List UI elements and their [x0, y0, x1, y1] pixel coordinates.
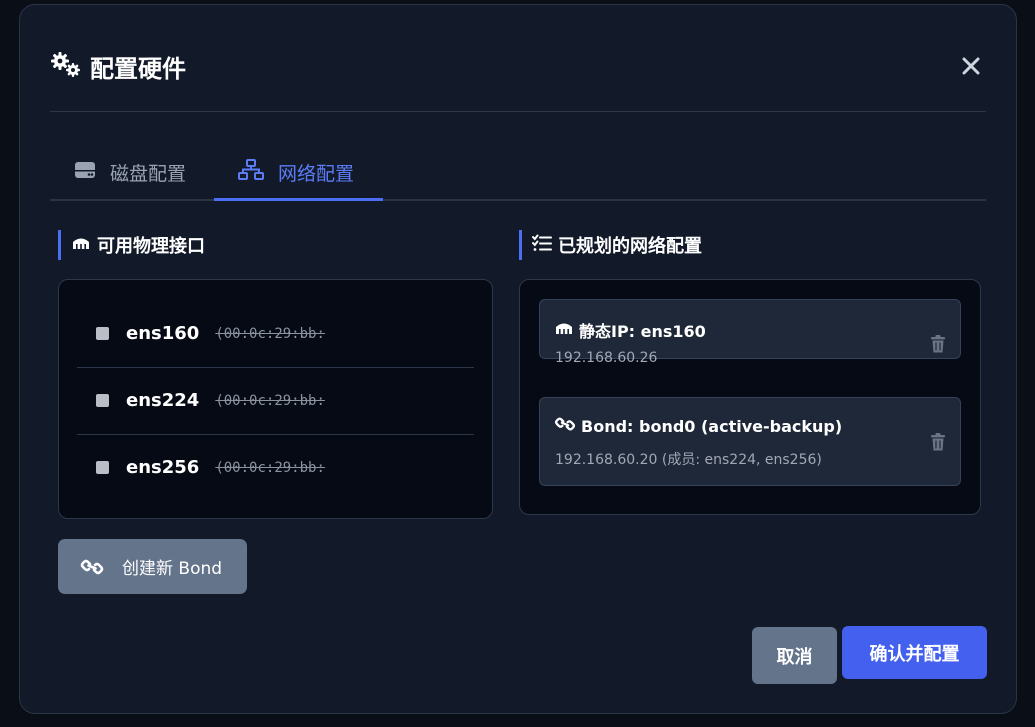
interface-list: ens160 (00:0c:29:bb: ens224 (00:0c:29:bb… — [58, 279, 493, 519]
dialog-title: 配置硬件 — [90, 55, 186, 83]
interface-checkbox[interactable] — [96, 394, 109, 407]
planned-config-detail: 192.168.60.26 — [555, 350, 658, 366]
tab-network-label: 网络配置 — [278, 162, 355, 185]
close-icon — [962, 57, 980, 79]
planned-section-title: 已规划的网络配置 — [519, 230, 702, 260]
planned-config-title-text: Bond: bond0 (active-backup) — [581, 416, 843, 436]
interface-mac: (00:0c:29:bb: — [215, 392, 325, 409]
tab-network-config[interactable]: 网络配置 — [238, 145, 354, 199]
ethernet-icon — [554, 320, 574, 340]
link-icon — [80, 558, 104, 576]
delete-button[interactable] — [930, 335, 946, 357]
confirm-button[interactable]: 确认并配置 — [842, 626, 987, 679]
planned-section-label: 已规划的网络配置 — [558, 236, 702, 257]
interfaces-section-title: 可用物理接口 — [58, 230, 205, 260]
interfaces-section-label: 可用物理接口 — [97, 236, 205, 257]
planned-config-title: 静态IP: ens160 — [554, 318, 706, 342]
active-tab-indicator — [214, 198, 383, 201]
gears-icon — [50, 51, 82, 83]
tab-bar: 磁盘配置 网络配置 — [50, 145, 986, 201]
header-divider — [50, 111, 986, 112]
tab-disk-label: 磁盘配置 — [110, 162, 187, 185]
list-item[interactable]: ens224 (00:0c:29:bb: — [77, 367, 474, 435]
create-bond-label: 创建新 Bond — [122, 559, 223, 579]
list-item[interactable]: ens160 (00:0c:29:bb: — [77, 300, 474, 368]
trash-icon — [930, 335, 946, 357]
ethernet-icon — [71, 235, 91, 256]
close-button[interactable] — [958, 55, 984, 81]
planned-config-title: Bond: bond0 (active-backup) — [554, 416, 842, 436]
dialog-header: 配置硬件 — [50, 49, 186, 84]
tab-disk-config[interactable]: 磁盘配置 — [74, 145, 186, 199]
hdd-icon — [74, 160, 96, 185]
planned-config-card: Bond: bond0 (active-backup) 192.168.60.2… — [539, 397, 961, 486]
link-icon — [554, 416, 576, 436]
cancel-button[interactable]: 取消 — [752, 627, 837, 684]
interface-name: ens224 — [126, 390, 200, 411]
configure-hardware-dialog: 配置硬件 磁盘配置 网络配置 可用物理接口 已规划的网络配置 ens160 (0… — [19, 4, 1017, 714]
list-item[interactable]: ens256 (00:0c:29:bb: — [77, 434, 474, 501]
planned-config-card: 静态IP: ens160 192.168.60.26 — [539, 299, 961, 366]
interface-name: ens256 — [126, 457, 200, 478]
network-icon — [238, 158, 264, 186]
interface-mac: (00:0c:29:bb: — [215, 459, 325, 476]
interface-mac: (00:0c:29:bb: — [215, 325, 325, 342]
planned-config-list: 静态IP: ens160 192.168.60.26 Bond: bond0 (… — [519, 279, 981, 515]
create-bond-button[interactable]: 创建新 Bond — [58, 539, 247, 594]
planned-config-detail: 192.168.60.20 (成员: ens224, ens256) — [555, 452, 822, 468]
trash-icon — [930, 433, 946, 455]
delete-button[interactable] — [930, 433, 946, 455]
interface-checkbox[interactable] — [96, 461, 109, 474]
list-check-icon — [532, 234, 552, 257]
planned-config-title-text: 静态IP: ens160 — [579, 322, 706, 341]
interface-name: ens160 — [126, 323, 200, 344]
interface-checkbox[interactable] — [96, 327, 109, 340]
